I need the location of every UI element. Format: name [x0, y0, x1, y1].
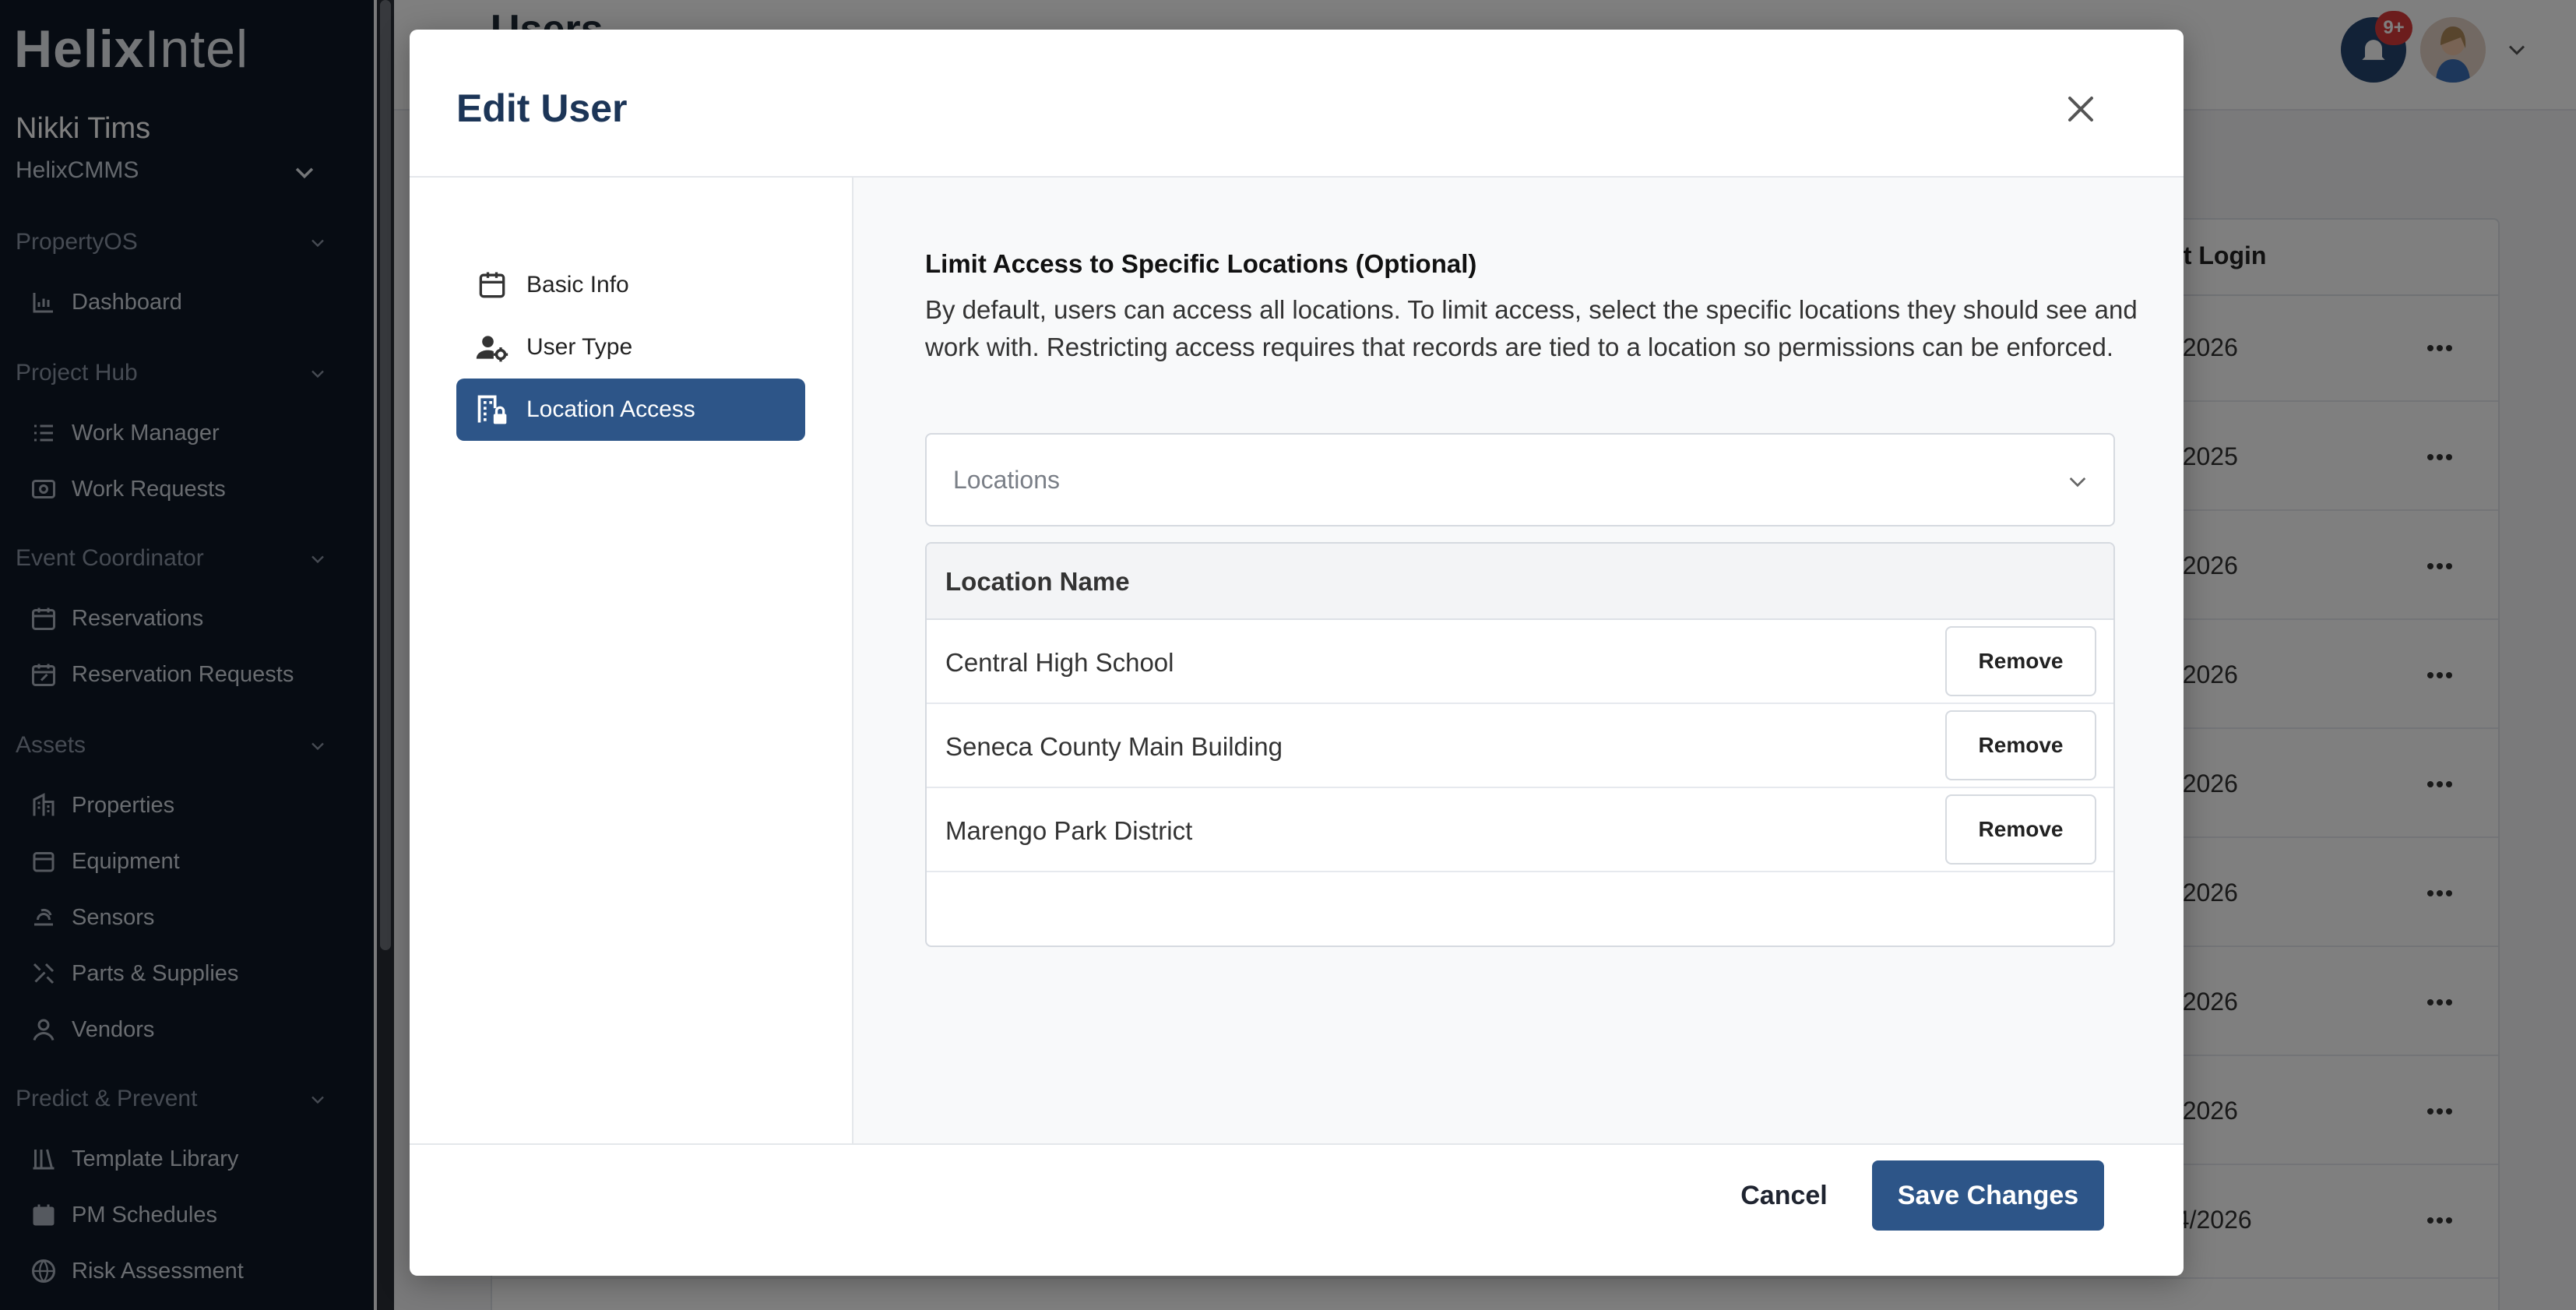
location-name: Marengo Park District — [945, 816, 1193, 845]
table-row: Central High School Remove — [927, 620, 2113, 704]
chevron-down-icon — [2069, 477, 2086, 488]
table-header: Location Name — [927, 544, 2113, 620]
locations-placeholder: Locations — [953, 466, 1060, 494]
table-row: Marengo Park District Remove — [927, 788, 2113, 872]
tab-label: Basic Info — [526, 272, 629, 298]
tab-location-access[interactable]: Location Access — [456, 379, 805, 441]
user-gear-icon — [476, 336, 509, 362]
location-name: Seneca County Main Building — [945, 732, 1283, 761]
save-changes-button[interactable]: Save Changes — [1872, 1160, 2104, 1231]
table-row: Seneca County Main Building Remove — [927, 704, 2113, 788]
locations-table: Location Name Central High School Remove… — [925, 542, 2115, 947]
id-card-icon — [479, 272, 505, 298]
tab-label: Location Access — [526, 396, 695, 422]
modal-tab-list: Basic Info User Type Location Access — [410, 178, 852, 1143]
location-name: Central High School — [945, 648, 1174, 677]
remove-button[interactable]: Remove — [1945, 626, 2096, 696]
cancel-button[interactable]: Cancel — [1702, 1160, 1866, 1231]
locations-dropdown[interactable]: Locations — [925, 433, 2115, 526]
location-access-panel: Limit Access to Specific Locations (Opti… — [853, 178, 2184, 1143]
remove-button[interactable]: Remove — [1945, 710, 2096, 780]
tab-label: User Type — [526, 334, 633, 360]
modal-title: Edit User — [456, 86, 628, 130]
tab-user-type[interactable]: User Type — [456, 316, 805, 379]
section-title: Limit Access to Specific Locations (Opti… — [925, 249, 1477, 278]
section-description: By default, users can access all locatio… — [925, 295, 2138, 361]
column-header-location-name: Location Name — [945, 567, 1130, 596]
close-icon[interactable] — [2062, 90, 2099, 128]
remove-button[interactable]: Remove — [1945, 794, 2096, 865]
building-lock-icon — [477, 395, 507, 424]
edit-user-modal: Edit User Basic Info User Type Location … — [410, 30, 2184, 1276]
divider — [410, 1143, 2184, 1145]
tab-basic-info[interactable]: Basic Info — [456, 254, 805, 316]
